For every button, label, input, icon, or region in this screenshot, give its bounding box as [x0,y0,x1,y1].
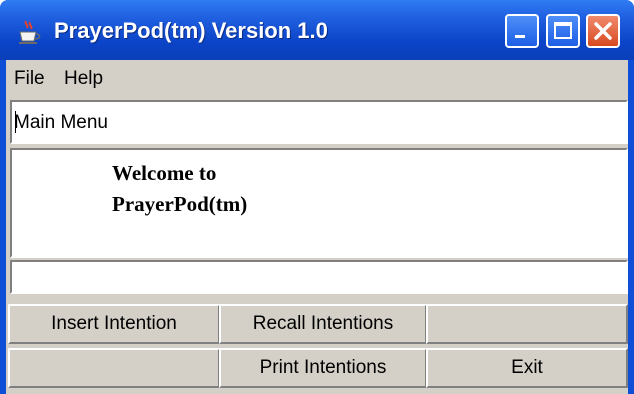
close-button[interactable] [586,14,620,48]
welcome-message: Welcome to PrayerPod(tm) [112,158,247,220]
blank-button-bottom-left[interactable] [8,348,220,388]
status-field[interactable] [10,260,628,294]
minimize-button[interactable] [505,14,539,48]
menu-bar: File Help [6,60,628,96]
blank-button-top-right[interactable] [426,304,628,344]
main-menu-field[interactable]: Main Menu [10,100,628,144]
welcome-line-1: Welcome to [112,161,217,185]
java-cup-icon [19,20,41,44]
welcome-line-2: PrayerPod(tm) [112,192,248,216]
maximize-icon [554,22,572,39]
title-bar[interactable]: PrayerPod(tm) Version 1.0 [0,0,634,60]
maximize-button[interactable] [546,14,580,48]
close-icon [594,22,612,40]
main-menu-text: Main Menu [14,112,108,133]
menu-file[interactable]: File [14,68,45,90]
minimize-icon [515,35,525,38]
insert-intention-button[interactable]: Insert Intention [8,304,220,344]
recall-intentions-button[interactable]: Recall Intentions [219,304,427,344]
app-window: PrayerPod(tm) Version 1.0 File Help Main… [0,0,634,394]
window-content: File Help Main Menu Welcome to PrayerPod… [6,60,628,394]
welcome-panel: Welcome to PrayerPod(tm) [10,148,628,258]
exit-button[interactable]: Exit [426,348,628,388]
print-intentions-button[interactable]: Print Intentions [219,348,427,388]
window-title: PrayerPod(tm) Version 1.0 [54,18,328,43]
menu-help[interactable]: Help [64,68,103,90]
